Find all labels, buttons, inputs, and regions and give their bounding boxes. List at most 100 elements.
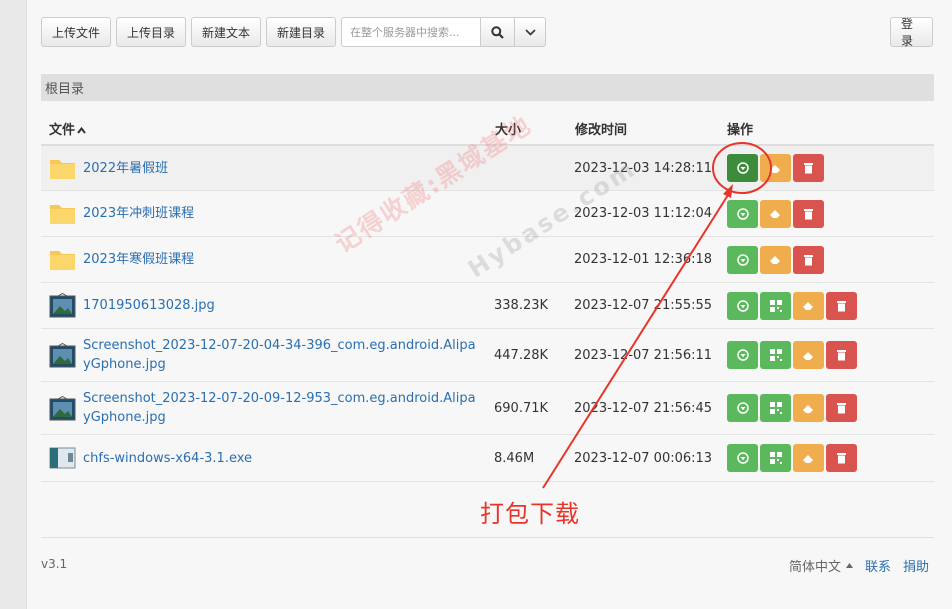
file-name-cell: chfs-windows-x64-3.1.exe [49,435,499,481]
search-button[interactable] [481,17,516,47]
row-actions [727,146,824,190]
circle-arrow-down-icon [736,452,749,464]
row-actions [727,283,857,328]
file-name-cell: Screenshot_2023-12-07-20-09-12-953_com.e… [49,382,499,434]
delete-button[interactable] [826,341,857,369]
image-file-icon [49,342,76,367]
download-zip-button[interactable] [727,245,758,274]
table-row: chfs-windows-x64-3.1.exe 8.46M 2023-12-0… [41,435,934,482]
version-label: v3.1 [41,557,68,571]
file-size: 690.71K [494,400,549,416]
rename-button[interactable] [793,444,824,472]
trash-icon [804,208,813,219]
download-button[interactable] [727,444,758,472]
search-scope-dropdown[interactable] [515,17,547,47]
trash-icon [837,453,846,464]
file-mtime: 2023-12-01 12:36:18 [574,252,713,267]
file-name-link[interactable]: 2023年寒假班课程 [83,250,483,269]
file-name-link[interactable]: Screenshot_2023-12-07-20-09-12-953_com.e… [83,389,483,427]
trash-icon [804,254,813,265]
login-button[interactable]: 登录 [890,17,933,48]
new-text-button[interactable]: 新建文本 [191,17,262,47]
trash-icon [837,350,846,361]
row-actions [727,237,824,282]
row-actions [727,329,857,381]
qrcode-icon [769,299,782,312]
row-actions [727,382,857,434]
column-header-name[interactable]: 文件 [49,119,86,138]
file-name-cell: 2023年寒假班课程 [49,237,499,282]
file-name-cell: Screenshot_2023-12-07-20-04-34-396_com.e… [49,329,499,381]
delete-button[interactable] [793,199,824,228]
sort-ascending-icon [77,126,86,134]
eraser-icon [770,164,780,173]
upload-file-button[interactable]: 上传文件 [41,17,112,47]
qrcode-button[interactable] [760,291,791,320]
qrcode-icon [769,349,782,361]
row-actions [727,191,824,236]
file-name-link[interactable]: 1701950613028.jpg [83,296,483,315]
contact-link[interactable]: 联系 [865,556,891,575]
rename-button[interactable] [793,341,824,369]
circle-arrow-down-icon [736,253,749,266]
eraser-icon [770,210,780,218]
breadcrumb: 根目录 [41,74,934,101]
delete-button[interactable] [826,444,857,472]
download-button[interactable] [727,341,758,369]
qrcode-button[interactable] [760,444,791,472]
qrcode-icon [769,452,782,464]
new-directory-button[interactable]: 新建目录 [266,17,337,47]
trash-icon [837,300,846,311]
file-name-link[interactable]: Screenshot_2023-12-07-20-04-34-396_com.e… [83,336,483,374]
file-mtime: 2023-12-07 21:56:11 [574,347,713,363]
row-actions [727,435,857,481]
delete-button[interactable] [793,154,824,182]
circle-arrow-down-icon [736,162,749,174]
table-row: 2023年冲刺班课程 2023-12-03 11:12:04 [41,191,934,237]
qrcode-button[interactable] [760,341,791,369]
trash-icon [837,403,846,414]
delete-button[interactable] [826,291,857,320]
breadcrumb-root[interactable]: 根目录 [45,78,84,97]
file-name-cell: 1701950613028.jpg [49,283,499,328]
eraser-icon [803,302,813,310]
delete-button[interactable] [826,394,857,422]
eraser-icon [803,454,813,463]
rename-button[interactable] [793,291,824,320]
language-label: 简体中文 [789,560,842,575]
language-selector[interactable]: 简体中文 [789,556,854,575]
table-row: 1701950613028.jpg 338.23K 2023-12-07 21:… [41,283,934,329]
trash-icon [804,163,813,174]
column-header-name-label: 文件 [49,123,76,138]
footer-divider [41,537,934,538]
file-mtime: 2023-12-07 21:56:45 [574,400,713,416]
download-zip-button[interactable] [727,199,758,228]
search-input[interactable]: 在整个服务器中搜索... [341,17,482,47]
delete-button[interactable] [793,245,824,274]
annotation-label: 打包下载 [480,500,580,528]
donate-link[interactable]: 捐助 [903,556,929,575]
upload-directory-button[interactable]: 上传目录 [116,17,187,47]
file-size: 338.23K [494,298,549,313]
download-button[interactable] [727,394,758,422]
image-file-icon [49,395,76,420]
circle-arrow-down-icon [736,207,749,220]
table-row: Screenshot_2023-12-07-20-04-34-396_com.e… [41,329,934,382]
file-size: 8.46M [494,450,535,466]
rename-button[interactable] [760,245,791,274]
circle-arrow-down-icon [736,349,749,361]
file-name-link[interactable]: chfs-windows-x64-3.1.exe [83,449,483,468]
download-zip-button[interactable] [727,154,758,182]
rename-button[interactable] [760,199,791,228]
eraser-icon [803,404,813,413]
eraser-icon [803,351,813,360]
qrcode-icon [769,402,782,414]
folder-icon [50,205,75,224]
qrcode-button[interactable] [760,394,791,422]
rename-button[interactable] [793,394,824,422]
executable-file-icon [49,447,76,469]
download-button[interactable] [727,291,758,320]
column-header-ops: 操作 [727,123,754,138]
rename-button[interactable] [760,154,791,182]
eraser-icon [770,256,780,264]
